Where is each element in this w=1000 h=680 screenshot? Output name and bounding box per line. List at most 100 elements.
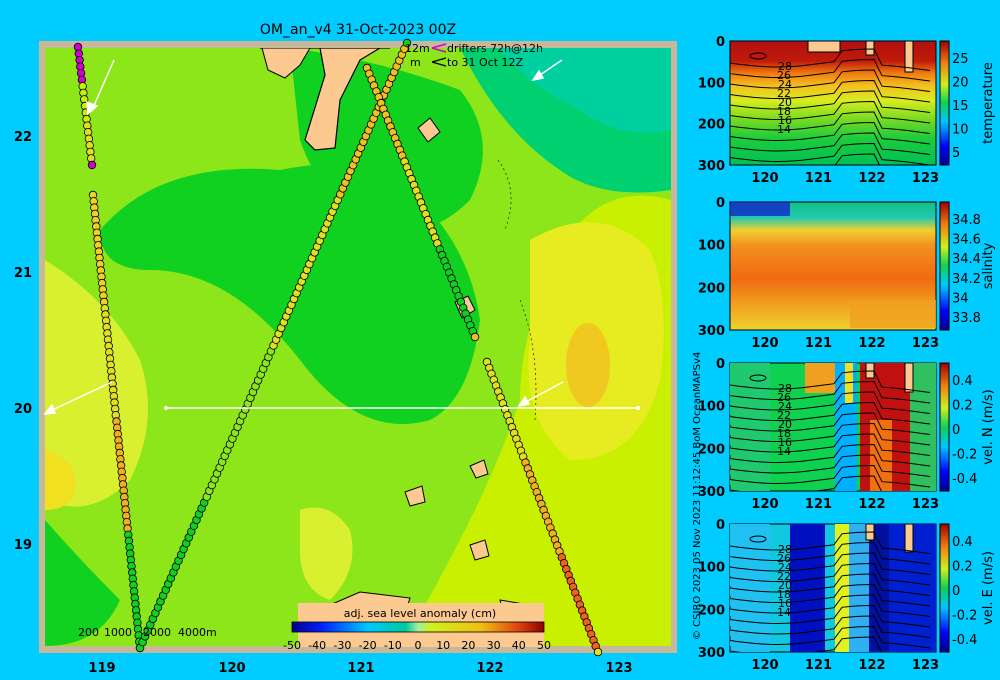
colorbar-tick: -0.2 xyxy=(952,609,977,624)
lat-axis: 22 21 20 19 xyxy=(14,130,32,553)
vel-e-label: vel. E (m/s) xyxy=(981,551,996,625)
depth-tick: 0 xyxy=(716,357,725,372)
sla-colorbar: adj. sea level anomaly (cm) -50 -40 -30 -20… xyxy=(283,603,551,652)
contour-label: 14 xyxy=(777,606,791,619)
colorbar-tick-label: -20 xyxy=(359,639,377,652)
temperature-label: temperature xyxy=(981,62,996,144)
lon-tick: 123 xyxy=(912,171,939,186)
lon-tick: 121 xyxy=(805,336,832,351)
lat-tick-20: 20 xyxy=(14,402,32,417)
colorbar-tick: 15 xyxy=(952,99,969,114)
colorbar-tick-label: 20 xyxy=(461,639,475,652)
colorbar-tick: 0.4 xyxy=(952,535,973,550)
map-panel: OM_an_v4 31-Oct-2023 00Z 12m drifters 72… xyxy=(14,22,677,676)
lon-tick: 120 xyxy=(751,497,778,512)
legend-line1-right: drifters 72h@12h xyxy=(447,42,543,55)
salinity-panel xyxy=(729,201,937,331)
salinity-label: salinity xyxy=(981,242,996,289)
section-line-start xyxy=(164,406,168,410)
colorbar-tick: 34 xyxy=(952,291,969,306)
colorbar-tick: -0.2 xyxy=(952,448,977,463)
depth-tick: 100 xyxy=(698,239,725,254)
colorbar-tick-label: 0 xyxy=(415,639,422,652)
lon-axis: 119 120 121 122 123 xyxy=(88,661,632,676)
colorbar-tick: 33.8 xyxy=(952,311,981,326)
depth-legend-2000: 2000 xyxy=(143,626,171,639)
depth-tick: 100 xyxy=(698,400,725,415)
lon-tick-122: 122 xyxy=(476,661,503,676)
legend-line2-right: to 31 Oct 12Z xyxy=(447,56,524,69)
lon-tick-119: 119 xyxy=(88,661,115,676)
depth-tick: 100 xyxy=(698,561,725,576)
colorbar-tick-label: 50 xyxy=(537,639,551,652)
section-line-end xyxy=(636,406,640,410)
colorbar-label: adj. sea level anomaly (cm) xyxy=(344,607,496,620)
depth-tick: 300 xyxy=(698,159,725,174)
lon-tick-120: 120 xyxy=(218,661,245,676)
colorbar-tick-label: -40 xyxy=(308,639,326,652)
lon-tick-121: 121 xyxy=(347,661,374,676)
depth-tick: 300 xyxy=(698,485,725,500)
depth-tick: 300 xyxy=(698,646,725,661)
vel-e-colorbar xyxy=(939,523,950,653)
vel-n-panel xyxy=(729,362,937,492)
legend-line2-left: m xyxy=(410,56,421,69)
depth-tick: 200 xyxy=(698,118,725,133)
drifter-point xyxy=(87,160,97,170)
colorbar-tick-label: -30 xyxy=(333,639,351,652)
temperature-panel xyxy=(729,40,937,166)
lon-tick: 122 xyxy=(858,336,885,351)
depth-tick: 100 xyxy=(698,76,725,91)
salinity-colorbar xyxy=(939,201,950,331)
colorbar-tick: 0.4 xyxy=(952,374,973,389)
lon-tick: 123 xyxy=(912,497,939,512)
depth-tick: 300 xyxy=(698,324,725,339)
vel-n-colorbar xyxy=(939,362,950,492)
depth-tick: 200 xyxy=(698,442,725,457)
colorbar-tick: 25 xyxy=(952,52,969,67)
colorbar-tick-label: 10 xyxy=(436,639,450,652)
colorbar-tick: 0 xyxy=(952,423,960,438)
lon-tick: 121 xyxy=(805,658,832,673)
lat-tick-21: 21 xyxy=(14,266,32,281)
colorbar-tick-label: 30 xyxy=(487,639,501,652)
lon-tick: 122 xyxy=(858,497,885,512)
map-title: OM_an_v4 31-Oct-2023 00Z xyxy=(260,22,456,38)
vel-e-panel xyxy=(729,523,937,653)
lon-tick-123: 123 xyxy=(605,661,632,676)
colorbar-tick-label: -10 xyxy=(384,639,402,652)
colorbar-tick: 0 xyxy=(952,584,960,599)
temperature-colorbar xyxy=(939,40,950,166)
colorbar-tick-label: 40 xyxy=(512,639,526,652)
lat-tick-22: 22 xyxy=(14,130,32,145)
drifter-point xyxy=(470,332,480,342)
depth-legend-200: 200 xyxy=(78,626,99,639)
lon-tick: 120 xyxy=(751,658,778,673)
colorbar-gradient xyxy=(291,621,545,633)
colorbar-tick: -0.4 xyxy=(952,472,977,487)
depth-tick: 0 xyxy=(716,518,725,533)
colorbar-tick: 34.4 xyxy=(952,252,981,267)
colorbar-tick: 0.2 xyxy=(952,560,973,575)
lon-tick: 121 xyxy=(805,171,832,186)
lon-tick: 123 xyxy=(912,336,939,351)
colorbar-tick: 34.2 xyxy=(952,272,981,287)
figure: OM_an_v4 31-Oct-2023 00Z 12m drifters 72… xyxy=(14,22,996,676)
colorbar-tick: 20 xyxy=(952,76,969,91)
colorbar-tick: 34.6 xyxy=(952,233,981,248)
lat-tick-19: 19 xyxy=(14,538,32,553)
lon-tick: 122 xyxy=(858,658,885,673)
depth-legend-1000: 1000 xyxy=(104,626,132,639)
lon-tick: 122 xyxy=(858,171,885,186)
depth-tick: 0 xyxy=(716,35,725,50)
colorbar-tick: 0.2 xyxy=(952,399,973,414)
colorbar-tick: 10 xyxy=(952,123,969,138)
legend-line1-left: 12m xyxy=(405,42,430,55)
vel-n-label: vel. N (m/s) xyxy=(981,389,996,464)
depth-legend-4000: 4000m xyxy=(178,626,217,639)
depth-tick: 200 xyxy=(698,281,725,296)
depth-legend: 200 1000 2000 4000m xyxy=(78,626,217,639)
contour-label: 14 xyxy=(777,445,791,458)
colorbar-tick: -0.4 xyxy=(952,633,977,648)
drifter-point xyxy=(593,647,603,657)
